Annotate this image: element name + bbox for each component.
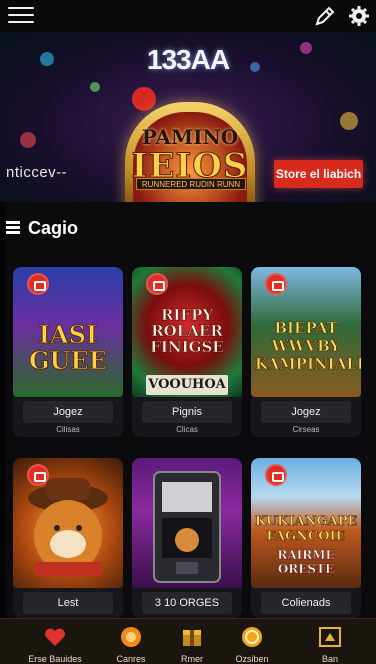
nav-label: Erse Bauides xyxy=(28,654,82,664)
bottom-nav: Erse Bauides Canres Rmer Ozsiben Ban xyxy=(0,618,376,664)
nav-item-profile[interactable]: Ban xyxy=(294,619,366,664)
banner-tagline: RUNNERED RUDIN RUNN xyxy=(136,178,246,190)
game-name: 3 10 ORGES xyxy=(142,592,232,614)
game-art-title: BIEPAT WWVBY KAMPINIALE xyxy=(255,319,361,374)
game-art-subtitle: VOOUHOA xyxy=(146,375,228,395)
game-card[interactable]: RIFPY ROLAER FINIGSE VOOUHOA Pignis Clic… xyxy=(132,267,242,437)
chat-badge-icon xyxy=(27,464,49,486)
game-name: Jogez xyxy=(261,401,351,423)
slot-machine-illustration xyxy=(153,471,221,583)
game-card[interactable]: Lest xyxy=(13,458,123,618)
chat-badge-icon xyxy=(146,273,168,295)
game-art xyxy=(132,458,242,588)
game-name: Jogez xyxy=(23,401,113,423)
chat-badge-icon xyxy=(132,87,156,111)
nav-item-favorites[interactable]: Erse Bauides xyxy=(19,619,91,664)
game-subtitle: Cirseas xyxy=(292,425,320,434)
chat-badge-icon xyxy=(265,464,287,486)
game-subtitle: Cilisas xyxy=(56,425,80,434)
banner-logo: 133AA xyxy=(146,44,230,75)
game-card[interactable]: IASI GUEE Jogez Cilisas xyxy=(13,267,123,437)
coin-icon xyxy=(121,627,141,647)
bokeh-light xyxy=(90,82,100,92)
game-art-subtitle: RAIRME ORESTE xyxy=(277,548,335,576)
game-card[interactable]: KUKIANGAPE FAGNCOIE RAIRME ORESTE Colien… xyxy=(251,458,361,618)
game-name: Pignis xyxy=(142,401,232,423)
banner-cta-button[interactable]: Store el liabich xyxy=(274,160,363,188)
chat-badge-icon xyxy=(265,273,287,295)
game-card[interactable]: 3 10 ORGES xyxy=(132,458,242,618)
game-subtitle: Clicas xyxy=(176,425,198,434)
list-icon xyxy=(6,221,20,235)
game-art-title: IASI GUEE xyxy=(28,320,107,375)
nav-label: Ban xyxy=(321,654,338,664)
gift-icon xyxy=(183,630,201,646)
heart-icon xyxy=(45,628,65,646)
promo-banner[interactable]: 133AA PAMINO IEIOS RUNNERED RUDIN RUNN n… xyxy=(0,32,376,202)
hamburger-icon[interactable] xyxy=(8,7,34,25)
game-card[interactable]: BIEPAT WWVBY KAMPINIALE Jogez Cirseas xyxy=(251,267,361,437)
game-name: Lest xyxy=(23,592,113,614)
bokeh-light xyxy=(20,132,36,148)
token-icon xyxy=(242,627,262,647)
pencil-icon[interactable] xyxy=(313,4,337,28)
game-art-title: KUKIANGAPE FAGNCOIE xyxy=(255,514,358,545)
nav-label: Ozsiben xyxy=(235,654,269,664)
profile-icon xyxy=(319,627,341,647)
game-name: Colienads xyxy=(261,592,351,614)
chat-badge-icon xyxy=(27,273,49,295)
game-art-title: RIFPY ROLAER FINIGSE xyxy=(150,306,224,356)
top-bar xyxy=(0,0,376,32)
banner-left-text: nticcev-- xyxy=(6,164,68,181)
section-title: Cagio xyxy=(28,218,79,238)
bokeh-light xyxy=(340,112,358,130)
gear-icon[interactable] xyxy=(347,4,371,28)
nav-item-promotions[interactable]: Ozsiben xyxy=(216,619,288,664)
